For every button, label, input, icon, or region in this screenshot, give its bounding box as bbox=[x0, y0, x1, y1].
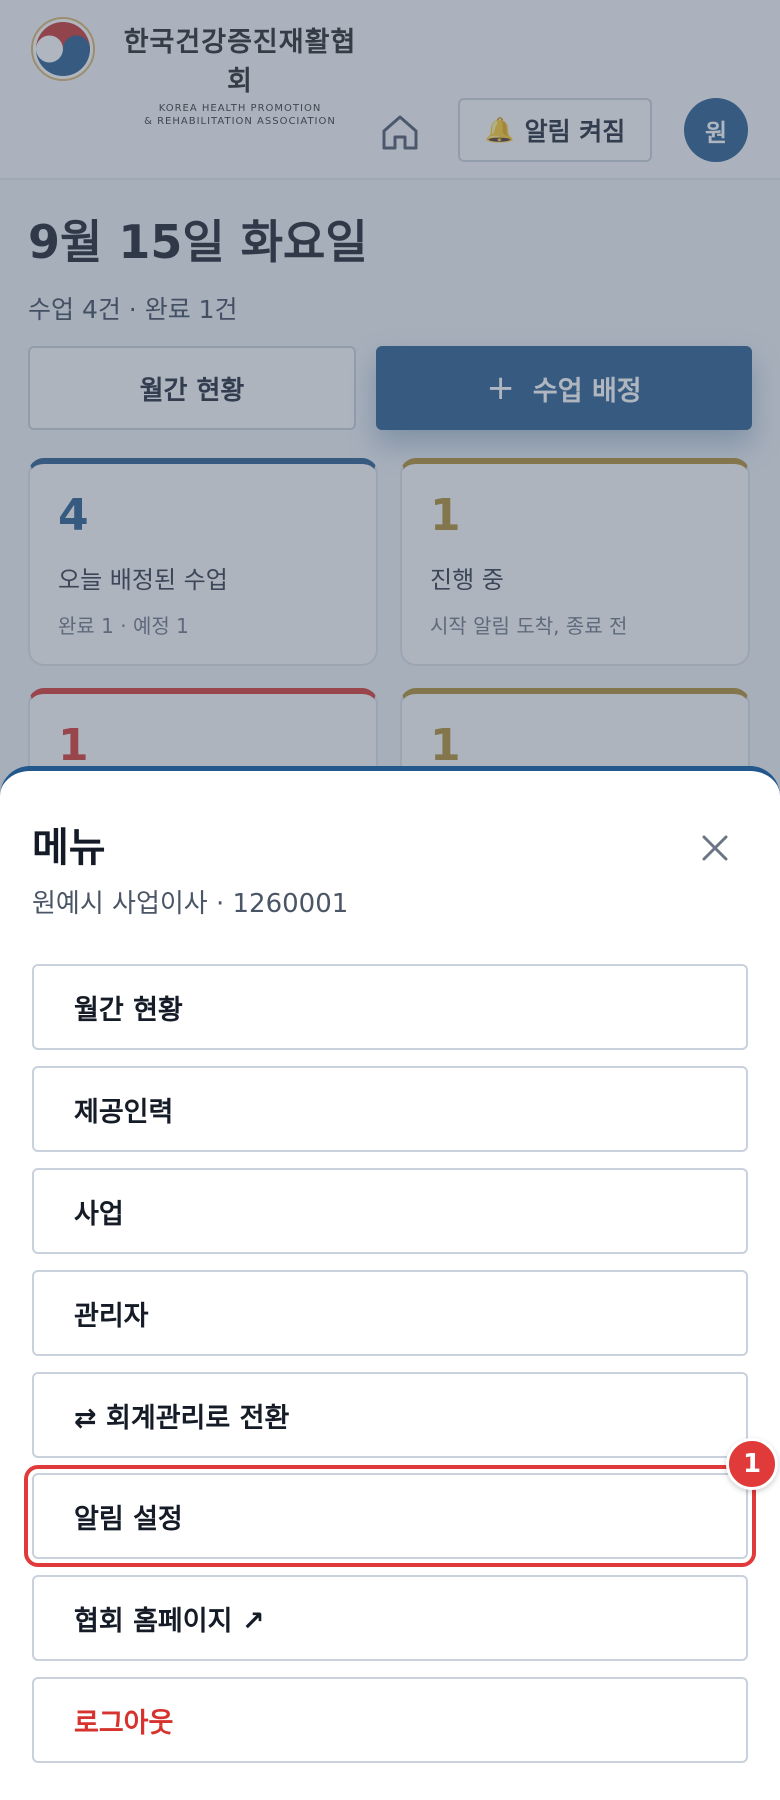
close-icon[interactable] bbox=[690, 823, 740, 873]
menu-item-switch-accounting[interactable]: ⇄ 회계관리로 전환 bbox=[32, 1372, 748, 1458]
menu-item-monthly-status[interactable]: 월간 현황 bbox=[32, 964, 748, 1050]
menu-item-notification-settings[interactable]: 알림 설정 bbox=[24, 1465, 756, 1567]
menu-item-logout[interactable]: 로그아웃 bbox=[32, 1677, 748, 1763]
step-badge: 1 bbox=[726, 1438, 778, 1490]
menu-item-business[interactable]: 사업 bbox=[32, 1168, 748, 1254]
menu-item-staff[interactable]: 제공인력 bbox=[32, 1066, 748, 1152]
user-info: 원예시 사업이사 · 1260001 bbox=[32, 889, 349, 919]
menu-item-admin[interactable]: 관리자 bbox=[32, 1270, 748, 1356]
menu-title: 메뉴 bbox=[32, 825, 106, 871]
menu-item-homepage[interactable]: 협회 홈페이지 ↗ bbox=[32, 1575, 748, 1661]
